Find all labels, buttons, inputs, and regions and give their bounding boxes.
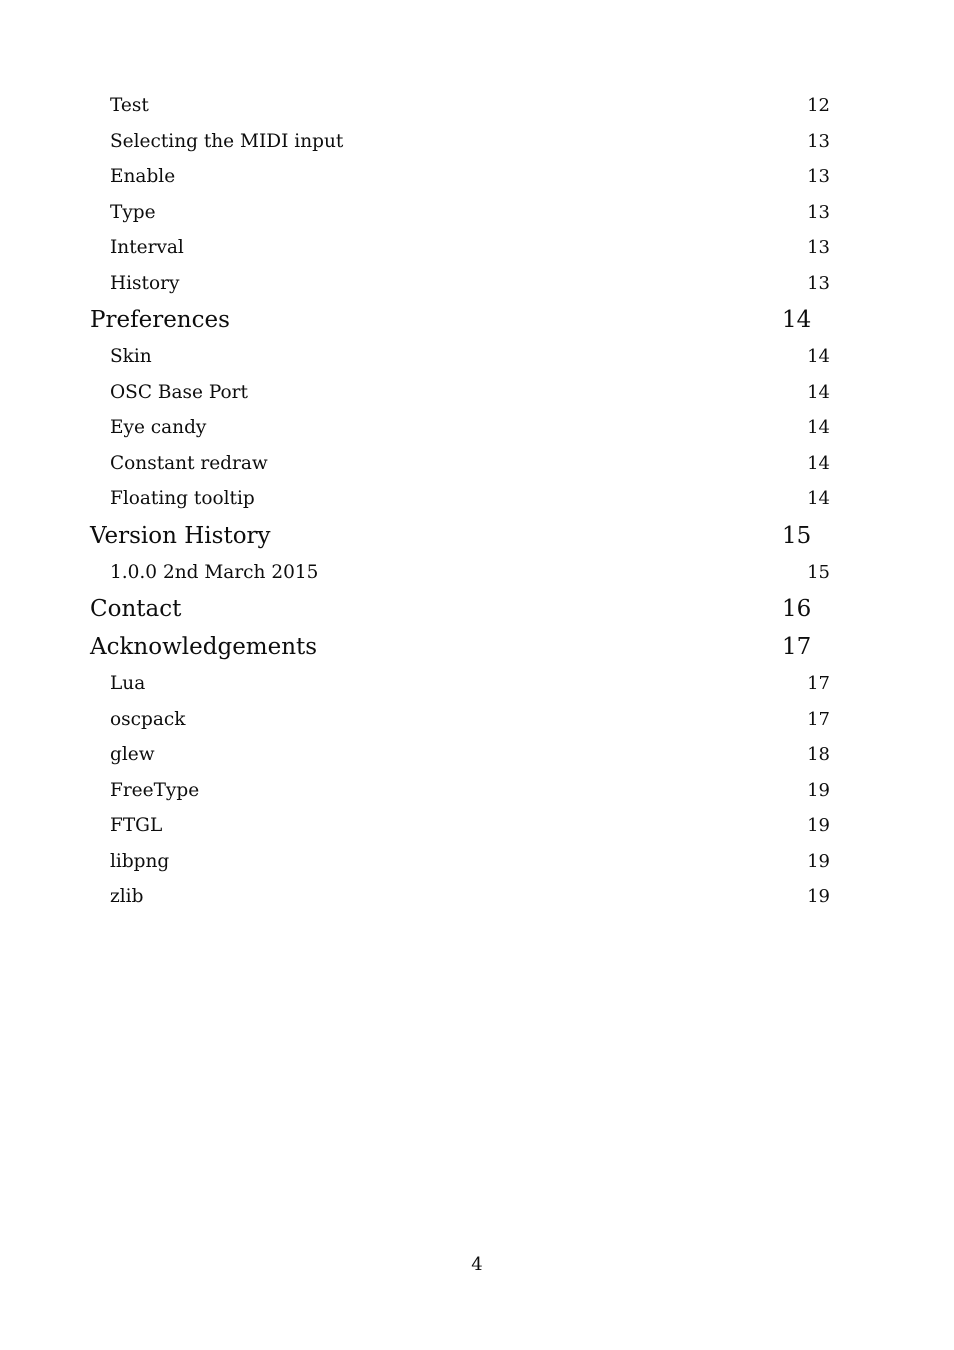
toc-entry-label: Acknowledgements	[90, 634, 318, 660]
toc-entry-label: libpng	[110, 850, 170, 872]
toc-entry-page-number: 14	[807, 488, 830, 509]
toc-entry-label: Selecting the MIDI input	[110, 130, 344, 152]
toc-entry-label: zlib	[110, 886, 144, 907]
toc-entry-page-number: 16	[782, 596, 812, 622]
toc-entry-label: Skin	[110, 346, 152, 367]
toc-entry[interactable]: Acknowledgements 17	[90, 628, 812, 666]
toc-entry-label: glew	[110, 744, 155, 765]
toc-entry-label: Floating tooltip	[110, 488, 255, 509]
page-number-footer: 4	[471, 1254, 483, 1275]
table-of-contents: Test 12 Selecting the MIDI input 13 Enable 13…	[90, 88, 830, 915]
toc-entry-page-number: 13	[807, 166, 830, 187]
toc-entry[interactable]: Floating tooltip 14	[110, 481, 830, 517]
toc-entry-page-number: 17	[807, 708, 830, 730]
toc-entry-label: Version History	[90, 522, 271, 549]
toc-entry-label: Contact	[90, 596, 182, 622]
toc-entry[interactable]: Version History 15	[90, 517, 812, 555]
toc-entry-page-number: 17	[807, 673, 830, 694]
toc-entry-page-number: 17	[782, 634, 812, 660]
toc-entry-page-number: 13	[807, 130, 830, 152]
toc-entry[interactable]: Selecting the MIDI input 13	[110, 124, 830, 160]
toc-entry-label: Enable	[110, 166, 176, 187]
toc-entry[interactable]: Preferences 14	[90, 301, 812, 339]
toc-entry[interactable]: zlib 19	[110, 879, 830, 915]
toc-entry[interactable]: Contact 16	[90, 590, 812, 628]
toc-entry-label: Interval	[110, 237, 184, 258]
toc-entry[interactable]: Eye candy 14	[110, 410, 830, 446]
toc-entry-page-number: 13	[807, 201, 830, 223]
toc-entry-page-number: 19	[807, 815, 830, 836]
toc-entry-page-number: 15	[782, 522, 812, 549]
toc-entry-label: oscpack	[110, 708, 186, 730]
toc-entry-label: History	[110, 272, 180, 294]
toc-entry[interactable]: Skin 14	[110, 339, 830, 375]
toc-entry[interactable]: Test 12	[110, 88, 830, 124]
toc-entry-label: Lua	[110, 673, 146, 694]
toc-entry[interactable]: Constant redraw 14	[110, 446, 830, 482]
toc-entry[interactable]: glew 18	[110, 737, 830, 773]
toc-entry-label: Test	[110, 95, 149, 116]
toc-entry-page-number: 14	[807, 417, 830, 438]
toc-entry-label: FreeType	[110, 779, 200, 801]
toc-entry[interactable]: Lua 17	[110, 666, 830, 702]
toc-entry-page-number: 19	[807, 886, 830, 907]
toc-entry[interactable]: Enable 13	[110, 159, 830, 195]
toc-entry-page-number: 14	[782, 307, 812, 333]
toc-entry-page-number: 18	[807, 744, 830, 765]
toc-entry[interactable]: oscpack 17	[110, 702, 830, 738]
toc-entry-label: FTGL	[110, 815, 163, 836]
toc-entry-page-number: 14	[807, 452, 830, 474]
toc-entry[interactable]: OSC Base Port 14	[110, 375, 830, 411]
toc-entry-label: 1.0.0 2nd March 2015	[110, 561, 319, 583]
toc-entry[interactable]: Interval 13	[110, 230, 830, 266]
document-page: Test 12 Selecting the MIDI input 13 Enable 13…	[0, 0, 954, 1350]
toc-entry[interactable]: 1.0.0 2nd March 2015 15	[110, 555, 830, 591]
toc-entry-page-number: 14	[807, 346, 830, 367]
toc-entry-label: Type	[110, 201, 156, 223]
toc-entry-page-number: 19	[807, 779, 830, 801]
toc-entry-label: OSC Base Port	[110, 381, 248, 403]
toc-entry-page-number: 15	[807, 561, 830, 583]
toc-entry-page-number: 13	[807, 237, 830, 258]
toc-entry-label: Constant redraw	[110, 452, 268, 474]
toc-entry-page-number: 13	[807, 272, 830, 294]
toc-entry-page-number: 12	[807, 95, 830, 116]
toc-entry-page-number: 19	[807, 850, 830, 872]
toc-entry[interactable]: libpng 19	[110, 844, 830, 880]
toc-entry[interactable]: Type 13	[110, 195, 830, 231]
toc-entry[interactable]: FTGL 19	[110, 808, 830, 844]
toc-entry[interactable]: History 13	[110, 266, 830, 302]
toc-entry[interactable]: FreeType 19	[110, 773, 830, 809]
toc-entry-page-number: 14	[807, 381, 830, 403]
toc-entry-label: Preferences	[90, 307, 230, 333]
toc-entry-label: Eye candy	[110, 417, 207, 438]
